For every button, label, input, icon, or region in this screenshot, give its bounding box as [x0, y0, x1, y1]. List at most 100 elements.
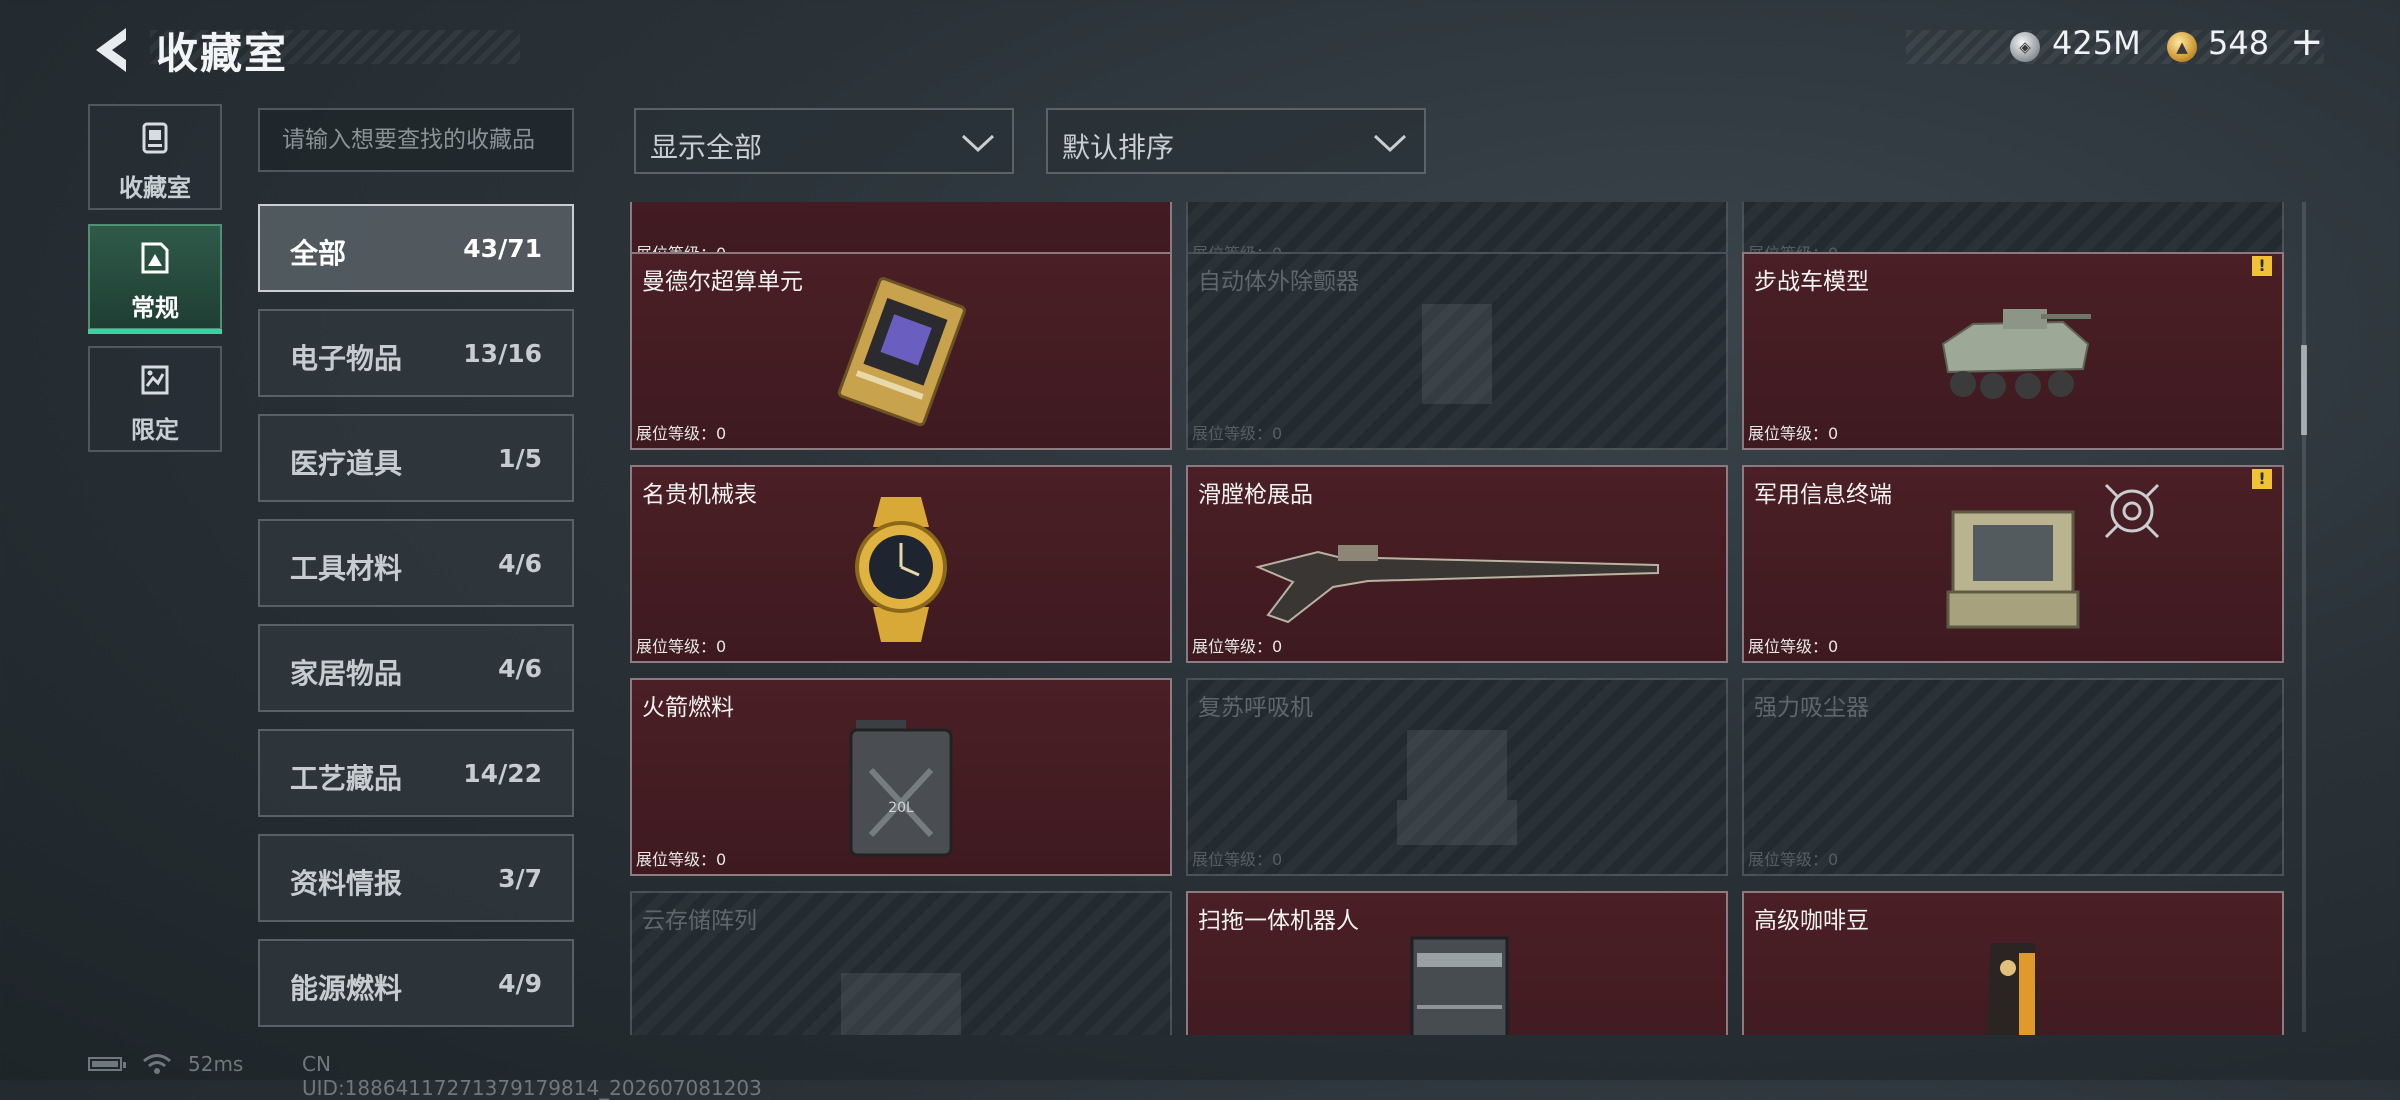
category-crafts[interactable]: 工艺藏品 14/22	[258, 729, 574, 817]
booth-level: 展位等级：0	[636, 850, 727, 869]
category-count: 1/5	[498, 444, 542, 473]
category-home[interactable]: 家居物品 4/6	[258, 624, 574, 712]
category-count: 43/71	[463, 234, 542, 263]
item-name: 军用信息终端	[1754, 482, 1892, 508]
category-intel[interactable]: 资料情报 3/7	[258, 834, 574, 922]
collection-card[interactable]: 滑膛枪展品 展位等级：0	[1186, 465, 1728, 663]
category-all[interactable]: 全部 43/71	[258, 204, 574, 292]
search-input[interactable]	[258, 108, 574, 172]
category-name: 能源燃料	[290, 972, 403, 1005]
tank-icon	[1941, 309, 2091, 399]
collection-card[interactable]: 步战车模型 ! 展位等级：0	[1742, 252, 2284, 450]
collection-card[interactable]: 名贵机械表 展位等级：0	[630, 465, 1172, 663]
top-bar: 收藏室 ◈ 425M ▲ 548 +	[0, 0, 2400, 100]
user-uid: CN UID:18864117271379179814_202607081203	[302, 1052, 762, 1100]
item-name: 高级咖啡豆	[1754, 908, 1869, 934]
grid-scrollbar-thumb[interactable]	[2301, 345, 2307, 435]
warning-icon: !	[2252, 469, 2272, 489]
grid-scrollbar-track[interactable]	[2302, 202, 2306, 1032]
item-name: 火箭燃料	[642, 695, 734, 721]
collection-card[interactable]: 高级咖啡豆	[1742, 891, 2284, 1035]
item-name: 步战车模型	[1754, 269, 1869, 295]
category-count: 14/22	[463, 759, 542, 788]
terminal-icon	[1946, 510, 2080, 629]
category-name: 电子物品	[290, 342, 403, 375]
storage-array-icon	[841, 973, 961, 1035]
category-name: 家居物品	[290, 657, 403, 690]
item-name: 自动体外除颤器	[1198, 269, 1359, 295]
booth-level: 展位等级：0	[636, 424, 727, 443]
booth-level: 展位等级：0	[1748, 637, 1839, 656]
chip-icon	[837, 277, 966, 427]
category-count: 13/16	[463, 339, 542, 368]
item-name: 曼德尔超算单元	[642, 269, 803, 295]
filter-value: 显示全部	[650, 131, 763, 164]
collection-card[interactable]: 云存储阵列	[630, 891, 1172, 1035]
category-count: 4/6	[498, 549, 542, 578]
collection-card[interactable]: 扫拖一体机器人	[1186, 891, 1728, 1035]
category-name: 医疗道具	[290, 447, 403, 480]
gold-coin-icon: ▲	[2167, 32, 2197, 62]
page-title: 收藏室	[156, 29, 289, 78]
collection-card[interactable]: 强力吸尘器 展位等级：0	[1742, 678, 2284, 876]
item-name: 扫拖一体机器人	[1198, 908, 1359, 934]
category-fuel[interactable]: 能源燃料 4/9	[258, 939, 574, 1027]
category-name: 工具材料	[290, 552, 403, 585]
tab-limited[interactable]: 限定	[88, 346, 222, 452]
collection-card[interactable]: 军用信息终端 ! 展位等级：0	[1742, 465, 2284, 663]
watch-icon	[855, 497, 947, 642]
collection-grid: 展位等级：0 展位等级：0 展位等级：0 曼德尔超算单元 展位等级：0 自动体外…	[630, 202, 2290, 1035]
tab-label: 限定	[131, 416, 179, 444]
booth-level: 展位等级：0	[1748, 424, 1839, 443]
ping-value: 52ms	[188, 1052, 244, 1076]
category-tools[interactable]: 工具材料 4/6	[258, 519, 574, 607]
booth-level: 展位等级：0	[636, 637, 727, 656]
robot-vacuum-icon	[1410, 936, 1509, 1035]
silver-coin-icon: ◈	[2010, 32, 2040, 62]
silver-currency-value: 425M	[2052, 24, 2141, 62]
coffee-bag-icon	[1986, 943, 2040, 1035]
category-electronics[interactable]: 电子物品 13/16	[258, 309, 574, 397]
booth-level: 展位等级：0	[1748, 850, 1839, 869]
collection-card[interactable]: 自动体外除颤器 展位等级：0	[1186, 252, 1728, 450]
category-name: 全部	[290, 237, 347, 270]
category-name: 工艺藏品	[290, 762, 403, 795]
regular-icon	[141, 242, 169, 274]
target-icon[interactable]	[2102, 481, 2162, 541]
category-count: 3/7	[498, 864, 542, 893]
sort-value: 默认排序	[1062, 131, 1175, 164]
item-name: 复苏呼吸机	[1198, 695, 1313, 721]
item-name: 强力吸尘器	[1754, 695, 1869, 721]
svg-text:20L: 20L	[888, 800, 914, 816]
jerrycan-icon: 20L	[849, 720, 953, 857]
sort-dropdown[interactable]: 默认排序	[1046, 108, 1426, 174]
category-name: 资料情报	[290, 867, 403, 900]
tab-regular[interactable]: 常规	[88, 224, 222, 334]
chevron-down-icon	[1373, 134, 1407, 153]
rifle-icon	[1254, 545, 1659, 624]
item-name: 名贵机械表	[642, 482, 757, 508]
booth-level: 展位等级：0	[1192, 850, 1283, 869]
booth-level: 展位等级：0	[1192, 424, 1283, 443]
collection-card[interactable]: 火箭燃料 20L 展位等级：0	[630, 678, 1172, 876]
tab-label: 收藏室	[119, 174, 191, 202]
item-name: 云存储阵列	[642, 908, 757, 934]
tab-label: 常规	[131, 294, 179, 322]
category-count: 4/9	[498, 969, 542, 998]
add-currency-button[interactable]: +	[2290, 22, 2324, 62]
booth-level: 展位等级：0	[1192, 637, 1283, 656]
category-medical[interactable]: 医疗道具 1/5	[258, 414, 574, 502]
chevron-down-icon	[961, 134, 995, 153]
gold-currency-value: 548	[2208, 24, 2270, 62]
back-arrow-icon[interactable]	[86, 22, 138, 78]
warning-icon: !	[2252, 256, 2272, 276]
tab-collection-room[interactable]: 收藏室	[88, 104, 222, 210]
collection-icon	[142, 122, 168, 154]
defibrillator-icon	[1422, 304, 1492, 404]
collection-card[interactable]: 曼德尔超算单元 展位等级：0	[630, 252, 1172, 450]
filter-dropdown[interactable]: 显示全部	[634, 108, 1014, 174]
battery-icon	[88, 1057, 126, 1071]
collection-card[interactable]: 复苏呼吸机 展位等级：0	[1186, 678, 1728, 876]
limited-icon	[141, 365, 169, 395]
wifi-icon	[143, 1054, 171, 1074]
